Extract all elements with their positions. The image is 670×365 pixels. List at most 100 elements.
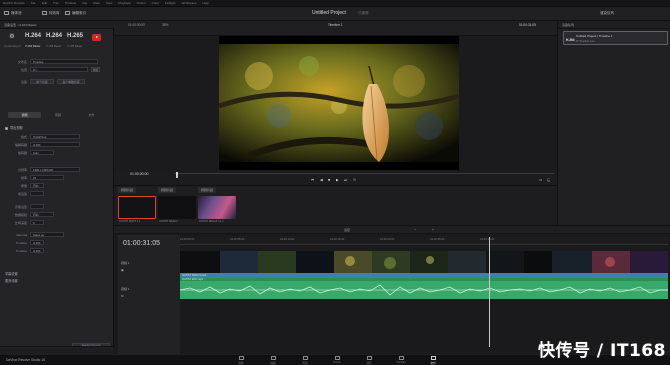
menu-item[interactable]: Help	[202, 1, 208, 5]
zoom-out-icon[interactable]: −	[414, 228, 416, 232]
out-point-icon[interactable]: ⊑	[547, 178, 550, 182]
preset-h264-b[interactable]: H.264 H.265 Master	[46, 33, 62, 55]
preset-h264[interactable]: H.264 H.264 Master	[25, 33, 41, 55]
single-clip-option[interactable]: 单个片段	[30, 79, 54, 84]
scrub-bar[interactable]	[174, 173, 554, 174]
play-reverse-icon[interactable]: ◀	[320, 178, 323, 182]
scrub-handle[interactable]	[176, 172, 178, 175]
skip-forward-icon[interactable]: ⏭	[344, 178, 347, 182]
menu-item[interactable]: Clip	[82, 1, 87, 5]
render-job[interactable]: Untitled Project | Timeline 1 H.264 D:\T…	[563, 31, 668, 45]
page-fairlight[interactable]: Fairlight	[388, 356, 414, 364]
skip-back-icon[interactable]: ⏮	[311, 178, 314, 182]
page-label: 调色	[366, 362, 372, 365]
fusion-page-icon	[334, 356, 340, 360]
thumb-caption: OUTIST RECAP 4.1.2	[199, 220, 224, 223]
media-pool-icon[interactable]	[4, 11, 9, 15]
effects-button[interactable]: 特效库	[49, 11, 60, 16]
audio-ch1-select[interactable]: H.264	[30, 240, 44, 245]
menu-item[interactable]: Timeline	[65, 1, 76, 5]
export-video-toggle[interactable]: 导出视频	[5, 125, 23, 130]
menu-item[interactable]: Fairlight	[165, 1, 176, 5]
menu-item[interactable]: Mark	[93, 1, 100, 5]
media-pool-button[interactable]: 媒体池	[11, 11, 22, 16]
bin-tab[interactable]: 视频片段	[118, 187, 137, 193]
youtube-icon[interactable]	[92, 34, 101, 41]
format-label: 格式	[20, 134, 27, 139]
tab-video[interactable]: 视频	[8, 112, 42, 118]
page-cut[interactable]: 快编	[260, 356, 286, 365]
loop-icon[interactable]: ↻	[353, 178, 356, 182]
media-thumb-2[interactable]	[158, 196, 196, 219]
page-media[interactable]: 媒体	[228, 356, 254, 365]
browse-button[interactable]: 浏览	[91, 67, 100, 72]
page-deliver[interactable]: 交付	[420, 356, 446, 365]
edit-index-button[interactable]: 编辑索引	[72, 11, 86, 16]
menu-item[interactable]: DaVinci Resolve	[3, 1, 25, 5]
viewer-clip-name[interactable]: Timeline 1	[328, 23, 343, 27]
page-fusion[interactable]: Fusion	[324, 356, 350, 364]
framerate-select[interactable]: 24	[30, 175, 64, 180]
audio-icon[interactable]	[176, 175, 179, 178]
advanced-row: 高级设置	[3, 204, 44, 209]
gamma-select[interactable]: Same as	[30, 232, 64, 237]
page-edit[interactable]: 剪辑	[292, 356, 318, 365]
menu-item[interactable]: Workspace	[181, 1, 196, 5]
mute-icon[interactable]: M	[121, 294, 124, 298]
menu-item[interactable]: Color	[152, 1, 159, 5]
audio-track[interactable]	[179, 281, 668, 299]
tab-file[interactable]: 文件	[75, 112, 108, 118]
render-queue-button[interactable]: 渲染队列	[600, 11, 614, 16]
menu-item[interactable]: Trim	[53, 1, 59, 5]
video-frame[interactable]	[219, 36, 459, 170]
encoder-select[interactable]: Auto	[30, 150, 54, 155]
quality-row: 质量 自动	[3, 183, 44, 188]
location-field[interactable]: D:\...	[30, 67, 88, 72]
quality-select[interactable]: 自动	[30, 183, 44, 188]
more-settings-label: 更多设置	[5, 279, 18, 283]
cut-page-icon	[270, 356, 276, 360]
individual-clips-option[interactable]: 多个单独片段	[57, 79, 85, 84]
bin-tab[interactable]: 视频片段	[198, 187, 217, 193]
playhead[interactable]	[489, 237, 490, 347]
data-levels-select[interactable]: 自动	[30, 212, 54, 217]
menu-item[interactable]: Playback	[118, 1, 130, 5]
timeline-zoom-label[interactable]: 适配	[344, 228, 350, 232]
gear-icon: ⚙	[9, 34, 15, 40]
more-settings-section[interactable]: 更多设置	[5, 278, 18, 283]
media-thumb-3[interactable]	[198, 196, 236, 219]
menu-item[interactable]: File	[31, 1, 36, 5]
preset-format: H.264	[46, 33, 63, 39]
media-thumb-1[interactable]	[118, 196, 156, 219]
audio-ch2-select[interactable]: H.264	[30, 248, 44, 253]
resolution-label: 分辨率	[17, 167, 27, 172]
bin-tab[interactable]: 视频片段	[158, 187, 177, 193]
stop-icon[interactable]: ■	[328, 178, 330, 182]
in-point-icon[interactable]: ⊐	[539, 178, 542, 182]
video-clip-thumbnails	[180, 251, 668, 273]
zoom-in-icon[interactable]: +	[432, 228, 434, 232]
bit-depth-select[interactable]: 8	[30, 220, 44, 225]
menu-item[interactable]: Edit	[42, 1, 47, 5]
subtitle-settings-section[interactable]: 字幕设置	[5, 271, 18, 276]
page-color[interactable]: 调色	[356, 356, 382, 365]
lock-icon[interactable]: ▣	[121, 268, 124, 272]
menu-item[interactable]: Fusion	[137, 1, 146, 5]
field-render-select[interactable]	[30, 191, 44, 196]
video-track[interactable]	[180, 251, 668, 273]
advanced-select[interactable]	[30, 204, 44, 209]
zoom-level[interactable]: 38%	[162, 23, 168, 27]
preset-custom[interactable]: ⚙ Custom Export	[4, 33, 21, 55]
edit-index-icon[interactable]	[65, 11, 70, 15]
watermark: 快传号 / IT168	[538, 341, 666, 361]
resolution-select[interactable]: 1920 x 1080 HD	[30, 167, 80, 172]
filename-field[interactable]: Timeline	[30, 59, 98, 64]
preset-h265[interactable]: H.265 H.265 Master	[67, 33, 83, 55]
timeline-ruler[interactable]: 01:00:00:00 01:00:05:00 01:00:10:00 01:0…	[180, 237, 668, 245]
format-select[interactable]: QuickTime	[30, 134, 80, 139]
effects-icon[interactable]	[42, 11, 47, 15]
tab-audio[interactable]: 音频	[41, 112, 74, 118]
play-icon[interactable]: ▶	[336, 178, 339, 182]
codec-select[interactable]: H.264	[30, 142, 80, 147]
menu-item[interactable]: View	[106, 1, 112, 5]
